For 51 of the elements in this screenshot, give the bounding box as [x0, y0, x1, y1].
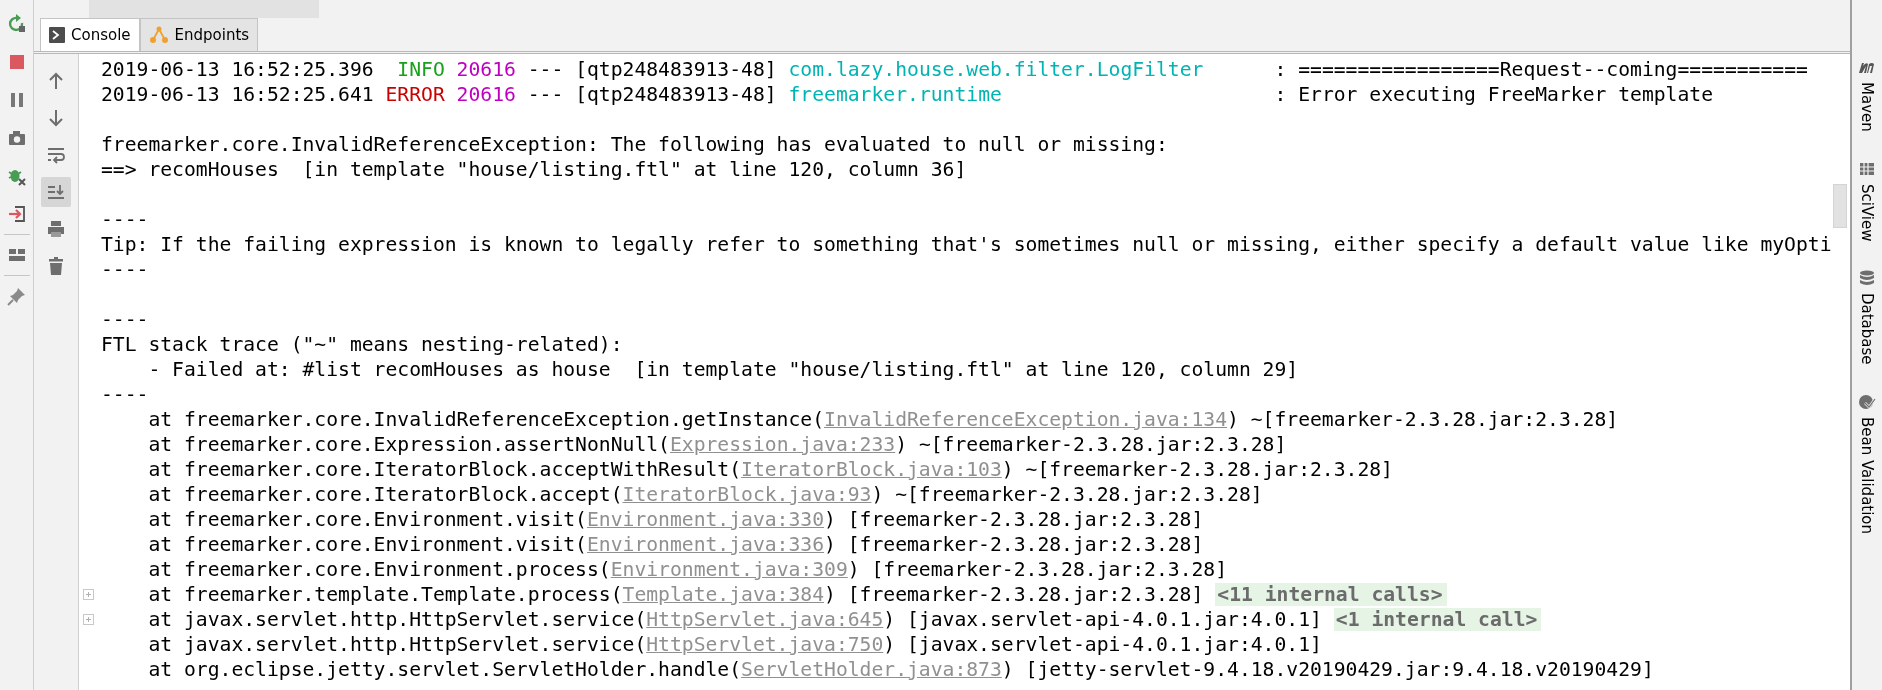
tab[interactable]: Console [40, 18, 140, 51]
source-link[interactable]: IteratorBlock.java:103 [741, 458, 1002, 481]
console-line: at org.eclipse.jetty.servlet.ServletHolder.handle(ServletHolder.java:873) [jetty-servlet-9.4.18.v20190429.jar:9.4.18.v20190429] [147, 657, 1654, 682]
nodes-icon [148, 26, 169, 44]
console-line: - Failed at: #list recomHouses as house [in template "house/listing.ftl" at line 120, column 29] [147, 357, 1299, 382]
console-line: at freemarker.core.Environment.visit(Environment.java:336) [freemarker-2.3.28.jar:2.3.28] [147, 532, 1204, 557]
source-link[interactable]: Environment.java:336 [586, 533, 825, 556]
tool-window-button[interactable]: Bean Validation [1858, 392, 1876, 534]
console-line: ---- [101, 207, 149, 232]
scroll-to-end-icon[interactable] [41, 177, 71, 207]
console-line: at javax.servlet.http.HttpServlet.service(HttpServlet.java:750) [javax.servlet-api-4.0.1.jar:4.0.1] [147, 632, 1322, 657]
source-link[interactable]: Environment.java:309 [610, 558, 848, 581]
source-link[interactable]: InvalidReferenceException.java:134 [824, 408, 1228, 431]
console-line: ---- [101, 382, 149, 407]
console-line: 2019-06-13 16:52:25.641 ERROR 20616 --- [qtp248483913-48] freemarker.runtime : Error executing FreeMarker template [101, 82, 1714, 107]
source-link[interactable]: Environment.java:330 [586, 508, 825, 531]
console-line: at freemarker.core.IteratorBlock.acceptWithResult(IteratorBlock.java:103) ~[freemarker-2.3.28.jar:2.3.28] [147, 457, 1393, 482]
rerun-icon[interactable] [6, 14, 27, 34]
tool-window-button[interactable]: Database [1858, 269, 1876, 365]
console-icon [49, 27, 65, 43]
camera-icon[interactable] [6, 128, 27, 148]
scrollbar-thumb[interactable] [1833, 184, 1847, 228]
console-line: at freemarker.template.Template.process(Template.java:384) [freemarker-2.3.28.jar:2.3.28] <11 internal calls> [101, 582, 1447, 607]
console-line: at freemarker.core.Environment.visit(Environment.java:330) [freemarker-2.3.28.jar:2.3.28] [147, 507, 1204, 532]
source-link[interactable]: HttpServlet.java:750 [646, 633, 884, 656]
console-line: ---- [101, 257, 149, 282]
tab[interactable]: Endpoints [139, 18, 259, 51]
internal-calls-fold[interactable]: <11 internal calls> [1215, 583, 1447, 606]
tool-window-button[interactable]: Maven [1858, 58, 1876, 132]
console-line: at javax.servlet.http.HttpServlet.service(HttpServlet.java:645) [javax.servlet-api-4.0.1.jar:4.0.1] <1 internal call> [101, 607, 1542, 632]
source-link[interactable]: ServletHolder.java:873 [741, 658, 1002, 681]
console-line: ==> recomHouses [in template "house/listing.ftl" at line 120, column 36] [101, 157, 967, 182]
exit-icon[interactable] [6, 204, 27, 224]
tool-window-button[interactable]: SciView [1858, 159, 1876, 242]
internal-calls-fold[interactable]: <1 internal call> [1333, 608, 1542, 631]
source-link[interactable]: Template.java:384 [622, 583, 825, 606]
bean-icon [1858, 392, 1876, 411]
source-link[interactable]: IteratorBlock.java:93 [622, 483, 872, 506]
console-line: FTL stack trace ("~" means nesting-related): [101, 332, 623, 357]
console-line: at freemarker.core.InvalidReferenceException.getInstance(InvalidReferenceException.java:134) ~[freemarker-2.3.28.jar:2.3.28] [147, 407, 1619, 432]
database-icon [1858, 269, 1876, 288]
console-line: freemarker.core.InvalidReferenceException: The following has evaluated to null or missing: [101, 132, 1168, 157]
console-line: at freemarker.core.Environment.process(Environment.java:309) [freemarker-2.3.28.jar:2.3.28] [147, 557, 1228, 582]
pin-icon[interactable] [6, 286, 27, 306]
console-line: at freemarker.core.Expression.assertNonNull(Expression.java:233) ~[freemarker-2.3.28.jar:2.3.28] [147, 432, 1287, 457]
console-line: 2019-06-13 16:52:25.396 INFO 20616 --- [qtp248483913-48] com.lazy.house.web.filter.LogFilter : =================Request--coming=========== [101, 57, 1808, 82]
console-line: at freemarker.core.IteratorBlock.accept(IteratorBlock.java:93) ~[freemarker-2.3.28.jar:2.3.28] [147, 482, 1263, 507]
console-line: Tip: If the failing expression is known to legally refer to something that's sometimes null or missing, either specify a default value like myOpti [101, 232, 1832, 257]
console-line: ---- [101, 307, 149, 332]
source-link[interactable]: HttpServlet.java:645 [646, 608, 884, 631]
source-link[interactable]: Expression.java:233 [669, 433, 896, 456]
